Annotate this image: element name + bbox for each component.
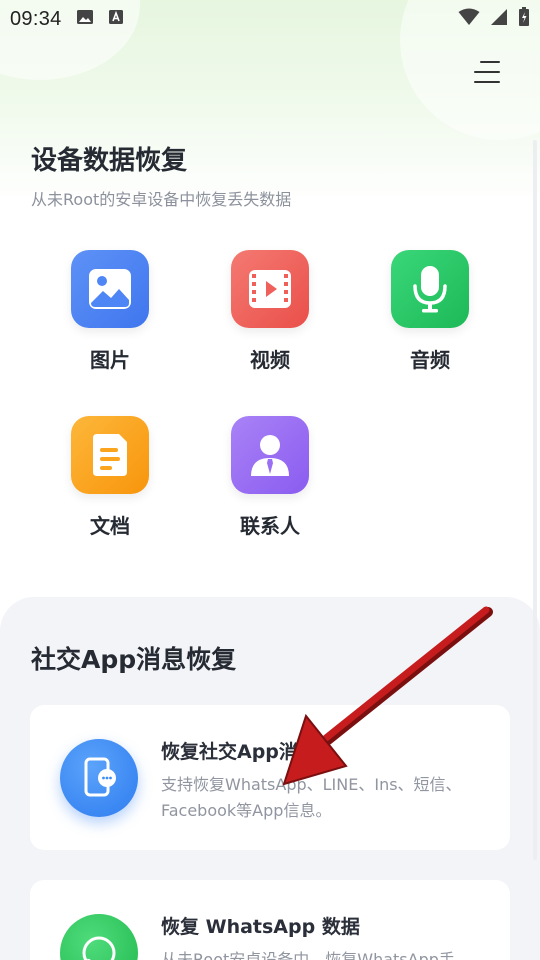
wifi-icon — [458, 8, 480, 30]
category-videos[interactable]: 视频 — [210, 250, 330, 373]
section-title: 社交App消息恢复 — [31, 645, 237, 674]
page-title: 设备数据恢复 — [31, 146, 188, 176]
category-label: 文档 — [90, 514, 130, 538]
card-title: 恢复 WhatsApp 数据 — [161, 916, 360, 938]
image-icon — [71, 250, 149, 328]
category-contacts[interactable]: 联系人 — [210, 416, 330, 539]
status-bar: 09:34 — [0, 0, 540, 38]
microphone-icon — [391, 250, 469, 328]
message-phone-icon — [60, 739, 138, 817]
contact-icon — [231, 416, 309, 494]
category-audio[interactable]: 音频 — [370, 250, 490, 373]
category-label: 视频 — [250, 348, 290, 372]
video-icon — [231, 250, 309, 328]
whatsapp-icon — [60, 914, 138, 960]
card-description: 从未Root安卓设备中，恢复WhatsApp手 — [161, 950, 455, 960]
category-photos[interactable]: 图片 — [50, 250, 170, 373]
document-icon — [71, 416, 149, 494]
category-label: 图片 — [90, 348, 130, 372]
recover-whatsapp-card[interactable]: 恢复 WhatsApp 数据 从未Root安卓设备中，恢复WhatsApp手 — [30, 880, 510, 960]
signal-icon — [490, 8, 508, 30]
text-notification-icon — [108, 9, 124, 29]
gallery-notification-icon — [76, 9, 94, 29]
scrollbar[interactable] — [533, 140, 537, 860]
category-documents[interactable]: 文档 — [50, 416, 170, 539]
annotation-arrow — [282, 606, 493, 786]
menu-button[interactable] — [470, 58, 506, 88]
category-label: 音频 — [410, 348, 450, 372]
category-label: 联系人 — [240, 514, 300, 538]
status-time: 09:34 — [10, 7, 62, 30]
battery-icon — [518, 7, 530, 31]
page-subtitle: 从未Root的安卓设备中恢复丢失数据 — [31, 190, 292, 209]
